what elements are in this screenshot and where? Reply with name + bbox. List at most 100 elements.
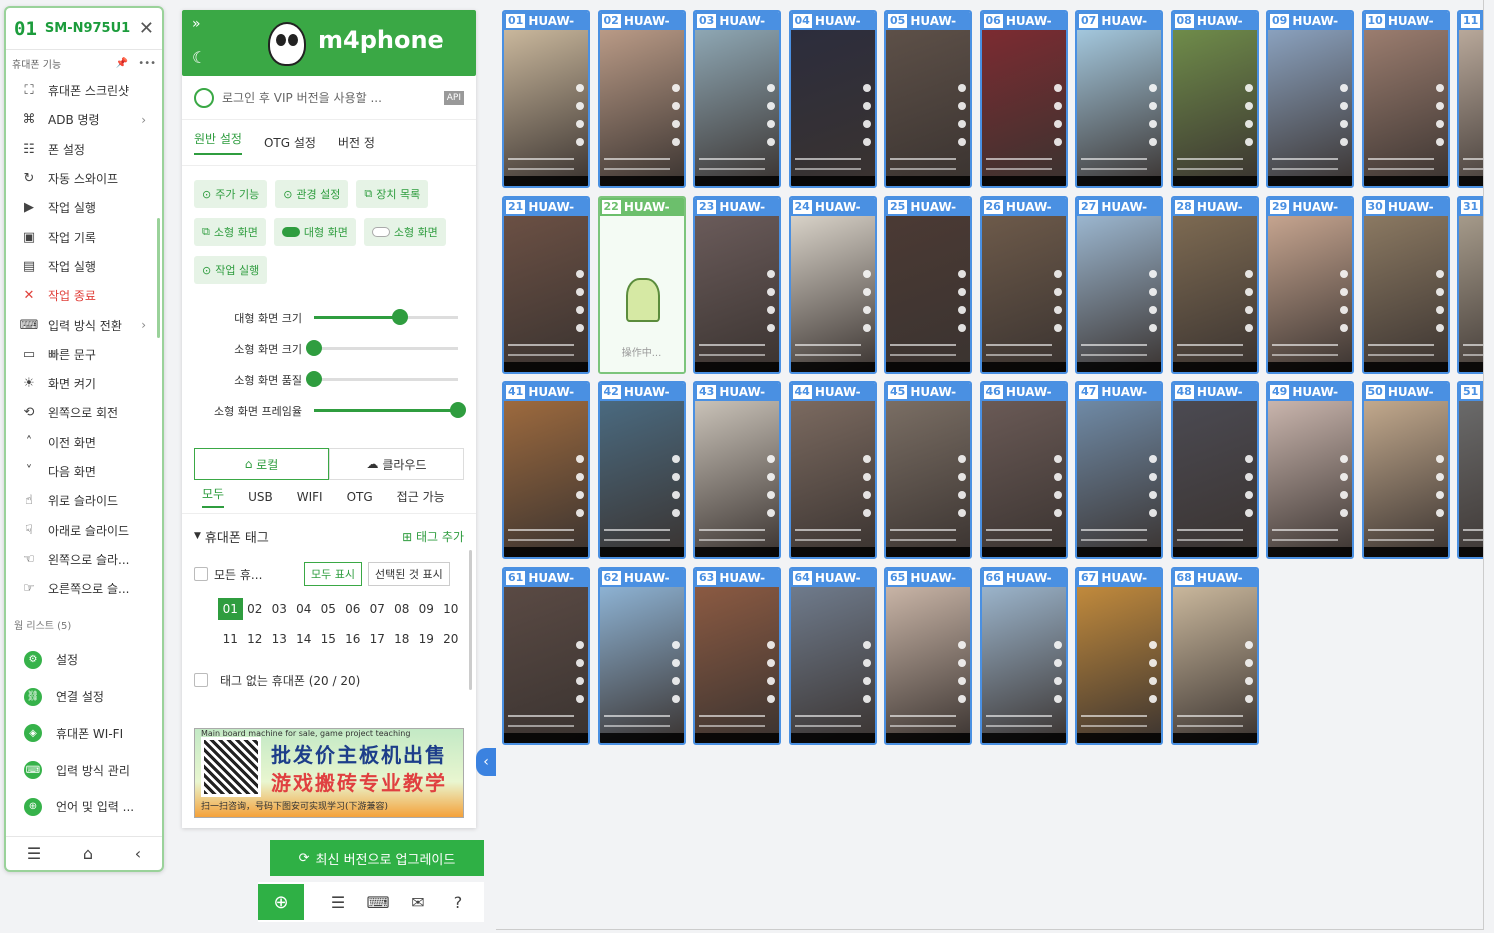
device-screen[interactable] <box>504 215 588 372</box>
device-tile[interactable]: 09 HUAW- <box>1266 10 1354 188</box>
phone-number-button[interactable]: 02 <box>243 598 268 620</box>
device-tile[interactable]: 64 HUAW- <box>788 566 877 745</box>
device-screen[interactable] <box>1172 30 1257 186</box>
back-icon[interactable]: ‹ <box>135 844 141 863</box>
menu-item[interactable]: ☜ 왼쪽으로 슬라... <box>6 545 162 574</box>
device-screen[interactable] <box>1268 401 1352 557</box>
device-tile[interactable]: 50 HUAW- <box>1361 381 1450 559</box>
device-tile[interactable]: 63 HUAW- <box>693 566 781 745</box>
settings-item[interactable]: ⊕ 언어 및 입력 ... <box>6 789 162 826</box>
device-screen[interactable] <box>1077 401 1161 557</box>
phone-number-button[interactable]: 03 <box>267 598 292 620</box>
menu-item[interactable]: ˅ 다음 화면 <box>6 457 162 486</box>
device-screen[interactable]: 操作中... <box>599 215 684 372</box>
device-tile[interactable]: 04 HUAW- <box>788 10 877 188</box>
menu-item[interactable]: ▭ 빠른 문구 <box>6 340 162 369</box>
device-tile[interactable]: 67 HUAW- <box>1075 566 1163 745</box>
device-screen[interactable] <box>1363 401 1448 557</box>
device-screen[interactable] <box>1459 215 1483 372</box>
settings-item[interactable]: ⌨ 입력 방식 관리 <box>6 752 162 789</box>
device-screen[interactable] <box>1363 215 1448 372</box>
cloud-tab[interactable]: ☁ 클라우드 <box>329 448 464 480</box>
device-screen[interactable] <box>886 30 970 186</box>
menu-item[interactable]: ✕ 작업 종료 <box>6 281 162 310</box>
slider-knob[interactable] <box>450 402 466 418</box>
device-tile[interactable]: 08 HUAW- <box>1170 10 1259 188</box>
menu-item[interactable]: ⌘ ADB 명령 › <box>6 105 162 134</box>
keyboard-icon[interactable]: ⌨ <box>358 893 398 912</box>
device-screen[interactable] <box>790 215 875 372</box>
slider-track[interactable] <box>306 371 458 387</box>
phone-number-button[interactable]: 04 <box>292 598 317 620</box>
device-tile[interactable]: 27 HUAW- <box>1075 195 1163 374</box>
menu-item[interactable]: ↻ 자동 스와이프 <box>6 164 162 193</box>
upgrade-button[interactable]: ⟳ 최신 버전으로 업그레이드 <box>270 840 484 876</box>
tab-general[interactable]: 원반 설정 <box>194 130 242 155</box>
device-screen[interactable] <box>504 30 588 186</box>
device-tile[interactable]: 05 HUAW- <box>884 10 972 188</box>
phone-number-button[interactable]: 13 <box>267 628 292 650</box>
menu-item[interactable]: ▶ 작업 실행 <box>6 193 162 222</box>
device-tile[interactable]: 41 HUAW- <box>502 381 590 559</box>
device-tile[interactable]: 21 HUAW- <box>502 195 590 374</box>
settings-item[interactable]: ◈ 휴대폰 WI-FI <box>6 715 162 752</box>
upload-icon[interactable]: ⊕ <box>258 884 304 920</box>
device-tile[interactable]: 30 HUAW- <box>1361 195 1450 374</box>
device-tile[interactable]: 01 HUAW- <box>502 10 590 188</box>
device-screen[interactable] <box>1268 215 1352 372</box>
device-tile[interactable]: 25 HUAW- <box>884 195 972 374</box>
tab-otg-conn[interactable]: OTG <box>347 490 373 504</box>
device-tile[interactable]: 22 HUAW- 操作中... <box>597 195 686 374</box>
list-icon[interactable]: ☰ <box>318 893 358 912</box>
wechat-icon[interactable]: ✉ <box>398 893 438 912</box>
device-tile[interactable]: 28 HUAW- <box>1170 195 1259 374</box>
local-tab[interactable]: ⌂ 로컬 <box>194 448 329 480</box>
menu-item[interactable]: ⟲ 왼쪽으로 회전 <box>6 398 162 427</box>
phone-number-button[interactable]: 12 <box>243 628 268 650</box>
device-tile[interactable]: 11HUAW- <box>1457 10 1483 188</box>
show-all-button[interactable]: 모두 표시 <box>304 562 362 586</box>
device-tile[interactable]: 02 HUAW- <box>597 10 686 188</box>
recent-apps-icon[interactable]: ☰ <box>27 844 41 863</box>
env-settings-button[interactable]: ⊙ 관경 설정 <box>275 180 349 208</box>
settings-item[interactable]: ⛓ 연결 설정 <box>6 678 162 715</box>
collapse-arrow-icon[interactable]: ▼ <box>194 531 201 541</box>
pin-icon[interactable]: 📌 <box>116 58 128 69</box>
moon-icon[interactable]: ☾ <box>192 48 206 67</box>
close-icon[interactable]: ✕ <box>139 18 154 39</box>
device-screen[interactable] <box>886 586 970 743</box>
menu-item[interactable]: ⌨ 입력 방식 전환 › <box>6 310 162 339</box>
tab-otg[interactable]: OTG 설정 <box>264 134 316 151</box>
device-screen[interactable] <box>981 401 1066 557</box>
device-screen[interactable] <box>695 215 779 372</box>
phone-number-button[interactable]: 10 <box>439 598 464 620</box>
device-screen[interactable] <box>599 401 684 557</box>
device-screen[interactable] <box>1077 30 1161 186</box>
device-list-button[interactable]: ⧉ 장치 목록 <box>356 180 429 208</box>
device-screen[interactable] <box>886 401 970 557</box>
all-phones-checkbox[interactable] <box>194 567 208 581</box>
device-tile[interactable]: 66 HUAW- <box>979 566 1068 745</box>
device-screen[interactable] <box>504 586 588 743</box>
phone-number-button[interactable]: 07 <box>365 598 390 620</box>
device-tile[interactable]: 61 HUAW- <box>502 566 590 745</box>
menu-scrollbar[interactable] <box>157 218 160 338</box>
tab-wifi[interactable]: WIFI <box>297 490 323 504</box>
slider-knob[interactable] <box>392 309 409 325</box>
device-tile[interactable]: 51HUAW- <box>1457 381 1483 559</box>
panel-scrollbar[interactable] <box>469 550 472 690</box>
small-screen-toggle[interactable]: 소형 화면 <box>363 218 446 246</box>
small-screen-button[interactable]: ⧉ 소형 화면 <box>194 218 266 246</box>
device-screen[interactable] <box>790 401 875 557</box>
no-tag-checkbox[interactable] <box>194 673 208 687</box>
device-tile[interactable]: 31HUAW- <box>1457 195 1483 374</box>
tab-all[interactable]: 모두 <box>202 485 225 508</box>
device-screen[interactable] <box>1172 215 1257 372</box>
device-tile[interactable]: 26 HUAW- <box>979 195 1068 374</box>
device-screen[interactable] <box>599 30 684 186</box>
device-screen[interactable] <box>981 215 1066 372</box>
device-screen[interactable] <box>504 401 588 557</box>
device-tile[interactable]: 44 HUAW- <box>788 381 877 559</box>
large-screen-toggle[interactable]: 대형 화면 <box>273 218 356 246</box>
device-screen[interactable] <box>695 586 779 743</box>
